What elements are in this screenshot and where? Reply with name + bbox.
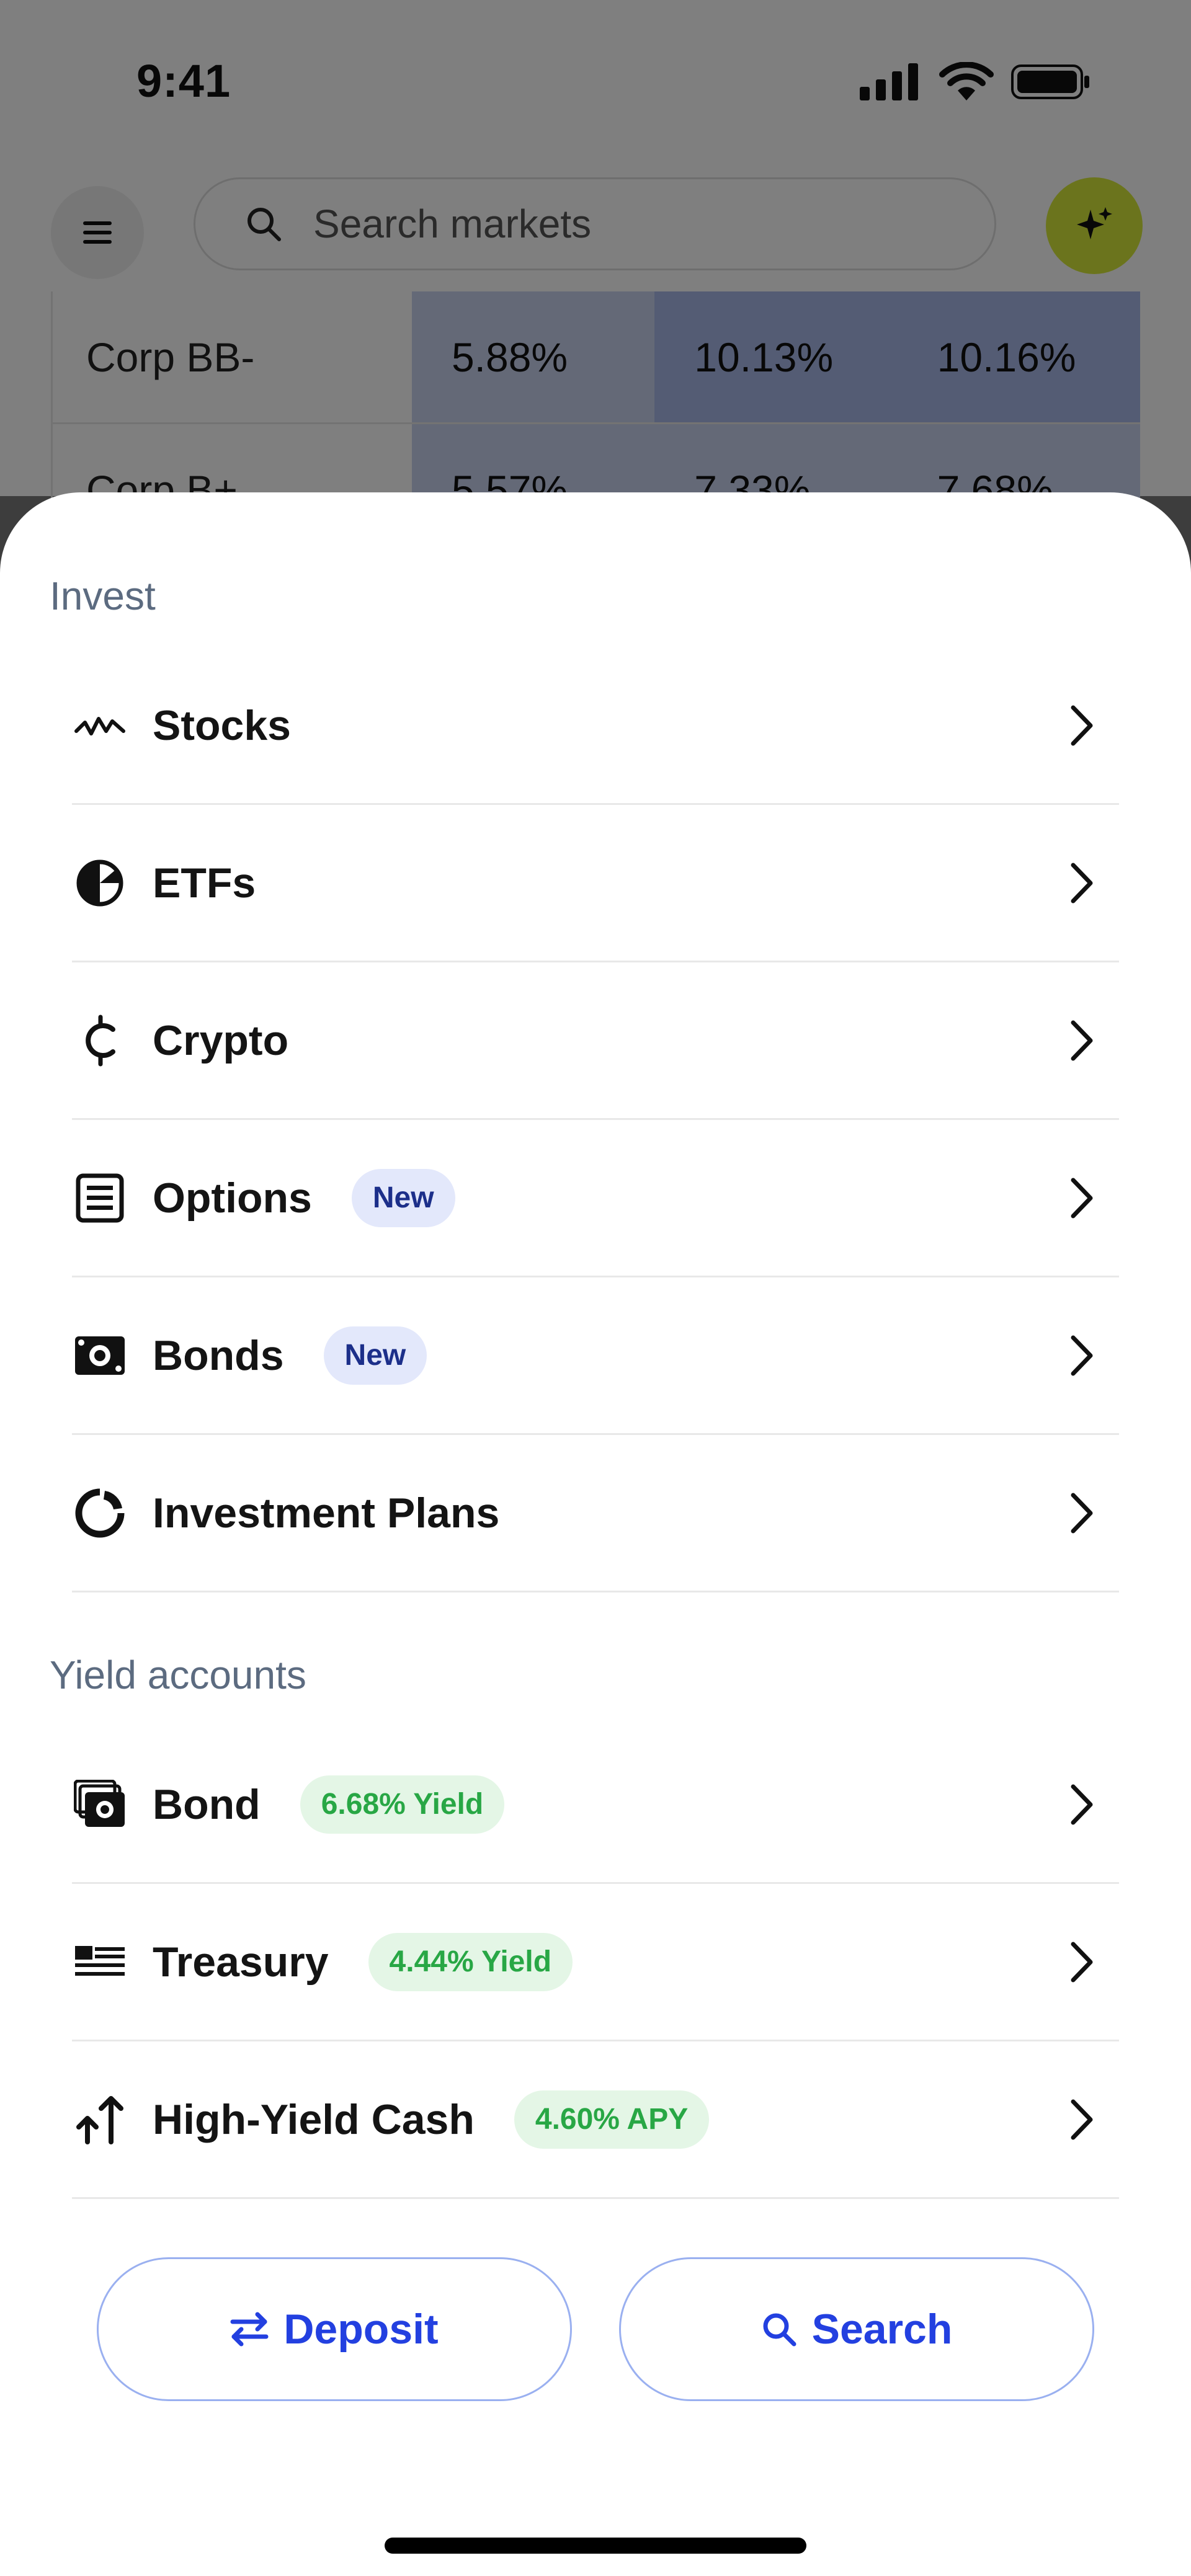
chevron-right-icon	[1063, 2092, 1100, 2147]
menu-item-investment-plans[interactable]: Investment Plans	[72, 1435, 1119, 1592]
chevron-right-icon	[1063, 1934, 1100, 1990]
menu-item-treasury[interactable]: Treasury 4.44% Yield	[72, 1884, 1119, 2041]
menu-item-bond-account[interactable]: Bond 6.68% Yield	[72, 1726, 1119, 1884]
new-badge: New	[323, 1326, 427, 1385]
deposit-label: Deposit	[283, 2306, 439, 2353]
new-badge: New	[351, 1168, 455, 1227]
yield-badge: 4.44% Yield	[368, 1932, 573, 1991]
menu-item-label: ETFs	[153, 859, 256, 907]
search-button[interactable]: Search	[619, 2257, 1094, 2401]
menu-item-label: Options	[153, 1174, 312, 1222]
menu-item-stocks[interactable]: Stocks	[72, 647, 1119, 805]
chevron-right-icon	[1063, 1170, 1100, 1226]
menu-item-etfs[interactable]: ETFs	[72, 805, 1119, 962]
invest-list: Stocks ETFs Crypto Options New Bonds New…	[72, 647, 1119, 1592]
etf-icon	[72, 855, 128, 911]
yield-badge: 6.68% Yield	[300, 1775, 505, 1834]
chevron-right-icon	[1063, 1013, 1100, 1068]
investment-plans-icon	[72, 1485, 128, 1541]
menu-item-label: Investment Plans	[153, 1489, 500, 1537]
sheet-actions: Deposit Search	[97, 2257, 1094, 2401]
menu-item-label: Treasury	[153, 1938, 329, 1986]
transfer-arrows-icon	[230, 2312, 269, 2347]
search-label: Search	[811, 2306, 953, 2353]
search-icon	[763, 2313, 796, 2347]
treasury-icon	[72, 1934, 128, 1990]
apy-badge: 4.60% APY	[514, 2090, 710, 2149]
menu-item-label: High-Yield Cash	[153, 2095, 475, 2143]
crypto-icon	[72, 1013, 128, 1068]
chevron-right-icon	[1063, 698, 1100, 753]
high-yield-cash-icon	[72, 2092, 128, 2147]
stocks-icon	[72, 698, 128, 753]
menu-item-label: Bonds	[153, 1331, 284, 1379]
home-indicator[interactable]	[385, 2538, 806, 2554]
chevron-right-icon	[1063, 1328, 1100, 1383]
section-title-yield-accounts: Yield accounts	[50, 1653, 306, 1697]
section-title-invest: Invest	[50, 574, 156, 618]
chevron-right-icon	[1063, 1485, 1100, 1541]
options-icon	[72, 1170, 128, 1226]
chevron-right-icon	[1063, 855, 1100, 911]
menu-item-options[interactable]: Options New	[72, 1120, 1119, 1277]
menu-item-label: Stocks	[153, 701, 291, 749]
chevron-right-icon	[1063, 1777, 1100, 1832]
bond-account-icon	[72, 1777, 128, 1832]
yield-accounts-list: Bond 6.68% Yield Treasury 4.44% Yield Hi…	[72, 1726, 1119, 2199]
menu-item-label: Crypto	[153, 1016, 289, 1064]
menu-item-bonds[interactable]: Bonds New	[72, 1277, 1119, 1435]
menu-item-label: Bond	[153, 1780, 261, 1828]
deposit-button[interactable]: Deposit	[97, 2257, 572, 2401]
bonds-icon	[72, 1328, 128, 1383]
menu-item-crypto[interactable]: Crypto	[72, 962, 1119, 1120]
menu-item-high-yield-cash[interactable]: High-Yield Cash 4.60% APY	[72, 2041, 1119, 2199]
